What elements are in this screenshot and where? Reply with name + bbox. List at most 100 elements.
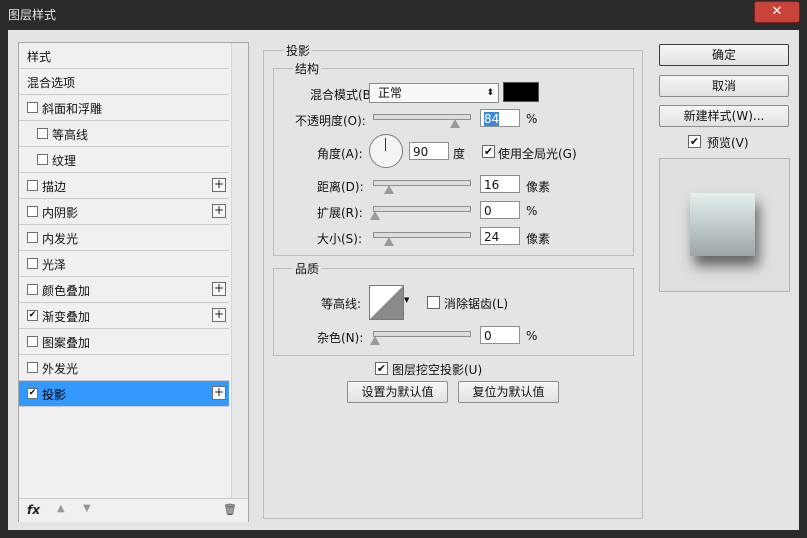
close-button[interactable]: ✕ <box>754 1 800 23</box>
noise-slider[interactable] <box>370 331 471 345</box>
style-item[interactable]: 样式 <box>19 43 229 69</box>
spread-unit: % <box>526 204 538 218</box>
style-item-checkbox[interactable]: ✔ <box>27 310 38 321</box>
style-item-checkbox[interactable] <box>27 284 38 295</box>
new-style-button[interactable]: 新建样式(W)... <box>659 105 789 127</box>
spread-slider-thumb[interactable] <box>370 211 380 220</box>
style-item[interactable]: 混合选项 <box>19 69 229 95</box>
distance-slider[interactable] <box>373 180 471 194</box>
add-style-icon[interactable]: + <box>212 308 226 322</box>
preview-thumbnail <box>690 193 755 256</box>
structure-title: 结构 <box>293 60 322 77</box>
fx-menu-button[interactable]: fx <box>27 503 40 517</box>
blend-mode-select[interactable]: 正常 ⬍ <box>369 83 499 103</box>
style-item[interactable]: 等高线 <box>19 121 229 147</box>
angle-dial[interactable] <box>369 134 403 168</box>
size-slider-thumb[interactable] <box>384 237 394 246</box>
layer-knockout-shadow-label: 图层挖空投影(U) <box>392 363 483 377</box>
contour-dropdown-arrow-icon[interactable]: ▼ <box>404 296 409 304</box>
add-style-icon[interactable]: + <box>212 204 226 218</box>
layer-style-dialog: 图层样式 ✕ 样式混合选项斜面和浮雕等高线纹理描边 + 内阴影 + 内发光光泽颜色叠加 +… <box>0 0 807 538</box>
style-item-checkbox[interactable] <box>27 336 38 347</box>
opacity-unit: % <box>526 112 538 126</box>
styles-list-panel: 样式混合选项斜面和浮雕等高线纹理描边 + 内阴影 + 内发光光泽颜色叠加 + ✔ 渐变叠加 + 图… <box>18 42 249 522</box>
styles-list-scrollbar[interactable] <box>231 43 248 521</box>
style-item-checkbox[interactable] <box>27 258 38 269</box>
style-item[interactable]: 斜面和浮雕 <box>19 95 229 121</box>
make-default-button[interactable]: 设置为默认值 <box>347 381 448 403</box>
contour-picker[interactable] <box>369 285 404 320</box>
angle-label: 角度(A): <box>317 147 363 161</box>
title-bar[interactable]: 图层样式 ✕ <box>0 0 807 30</box>
distance-label: 距离(D): <box>317 180 364 194</box>
size-input[interactable]: 24 <box>480 227 520 245</box>
style-item-checkbox[interactable] <box>27 232 38 243</box>
add-style-icon[interactable]: + <box>212 386 226 400</box>
style-item[interactable]: ✔ 渐变叠加 + <box>19 303 229 329</box>
style-item-label: 图案叠加 <box>42 336 91 350</box>
style-item-label: 内发光 <box>42 232 79 246</box>
use-global-light-checkbox[interactable]: ✔ <box>482 145 495 158</box>
style-item-checkbox[interactable] <box>37 154 48 165</box>
style-item-checkbox[interactable] <box>27 206 38 217</box>
anti-alias-checkbox[interactable] <box>427 296 440 309</box>
style-item-label: 颜色叠加 <box>42 284 91 298</box>
add-style-icon[interactable]: + <box>212 282 226 296</box>
cancel-button[interactable]: 取消 <box>659 75 789 97</box>
preview-label: 预览(V) <box>707 136 749 150</box>
size-slider[interactable] <box>373 232 471 246</box>
style-item-label: 等高线 <box>52 128 89 142</box>
style-item[interactable]: 描边 + <box>19 173 229 199</box>
trash-icon[interactable]: 🗑 <box>223 503 237 516</box>
add-style-icon[interactable]: + <box>212 178 226 192</box>
distance-slider-thumb[interactable] <box>384 185 394 194</box>
ok-button[interactable]: 确定 <box>659 44 789 66</box>
drop-shadow-title: 投影 <box>284 42 313 59</box>
select-arrows-icon: ⬍ <box>486 88 494 98</box>
style-item-checkbox[interactable] <box>27 102 38 113</box>
opacity-slider-thumb[interactable] <box>449 119 460 128</box>
spread-slider[interactable] <box>370 206 471 220</box>
style-item-label: 纹理 <box>52 154 77 168</box>
style-item-checkbox[interactable] <box>27 180 38 191</box>
style-item-label: 外发光 <box>42 362 79 376</box>
contour-preview-icon <box>370 286 403 319</box>
style-item[interactable]: 内发光 <box>19 225 229 251</box>
style-item-checkbox[interactable] <box>37 128 48 139</box>
shadow-color-swatch[interactable] <box>503 82 539 102</box>
move-down-icon[interactable]: ▼ <box>83 503 91 514</box>
distance-input[interactable]: 16 <box>480 175 520 193</box>
move-up-icon[interactable]: ▲ <box>57 503 65 514</box>
style-item-label: 内阴影 <box>42 206 79 220</box>
style-item-checkbox[interactable] <box>27 362 38 373</box>
angle-dial-needle <box>385 138 386 151</box>
style-item[interactable]: 光泽 <box>19 251 229 277</box>
style-item-label: 投影 <box>42 388 67 402</box>
quality-title: 品质 <box>293 260 322 277</box>
angle-input[interactable]: 90 <box>409 142 449 160</box>
blend-mode-value: 正常 <box>378 86 403 100</box>
contour-label: 等高线: <box>321 297 362 311</box>
style-item-checkbox[interactable]: ✔ <box>27 388 38 399</box>
layer-knockout-shadow-checkbox[interactable]: ✔ <box>375 362 388 375</box>
anti-alias-label: 消除锯齿(L) <box>444 297 509 311</box>
style-item[interactable]: 外发光 <box>19 355 229 381</box>
style-item[interactable]: 内阴影 + <box>19 199 229 225</box>
spread-input[interactable]: 0 <box>480 201 520 219</box>
opacity-value: 84 <box>484 112 500 126</box>
style-item-label: 斜面和浮雕 <box>42 102 103 116</box>
style-item-label: 混合选项 <box>27 76 76 90</box>
style-item[interactable]: 颜色叠加 + <box>19 277 229 303</box>
opacity-slider[interactable] <box>373 114 471 128</box>
style-item[interactable]: 纹理 <box>19 147 229 173</box>
opacity-input[interactable]: 84 <box>480 109 520 127</box>
noise-input[interactable]: 0 <box>480 326 520 344</box>
style-item-label: 样式 <box>27 50 52 64</box>
styles-list-toolbar: fx ▲ ▼ 🗑 <box>19 498 248 522</box>
style-item[interactable]: 图案叠加 <box>19 329 229 355</box>
style-item-label: 渐变叠加 <box>42 310 91 324</box>
noise-slider-thumb[interactable] <box>370 336 380 345</box>
preview-checkbox[interactable]: ✔ <box>688 135 701 148</box>
style-item[interactable]: ✔ 投影 + <box>19 381 229 407</box>
reset-default-button[interactable]: 复位为默认值 <box>458 381 559 403</box>
